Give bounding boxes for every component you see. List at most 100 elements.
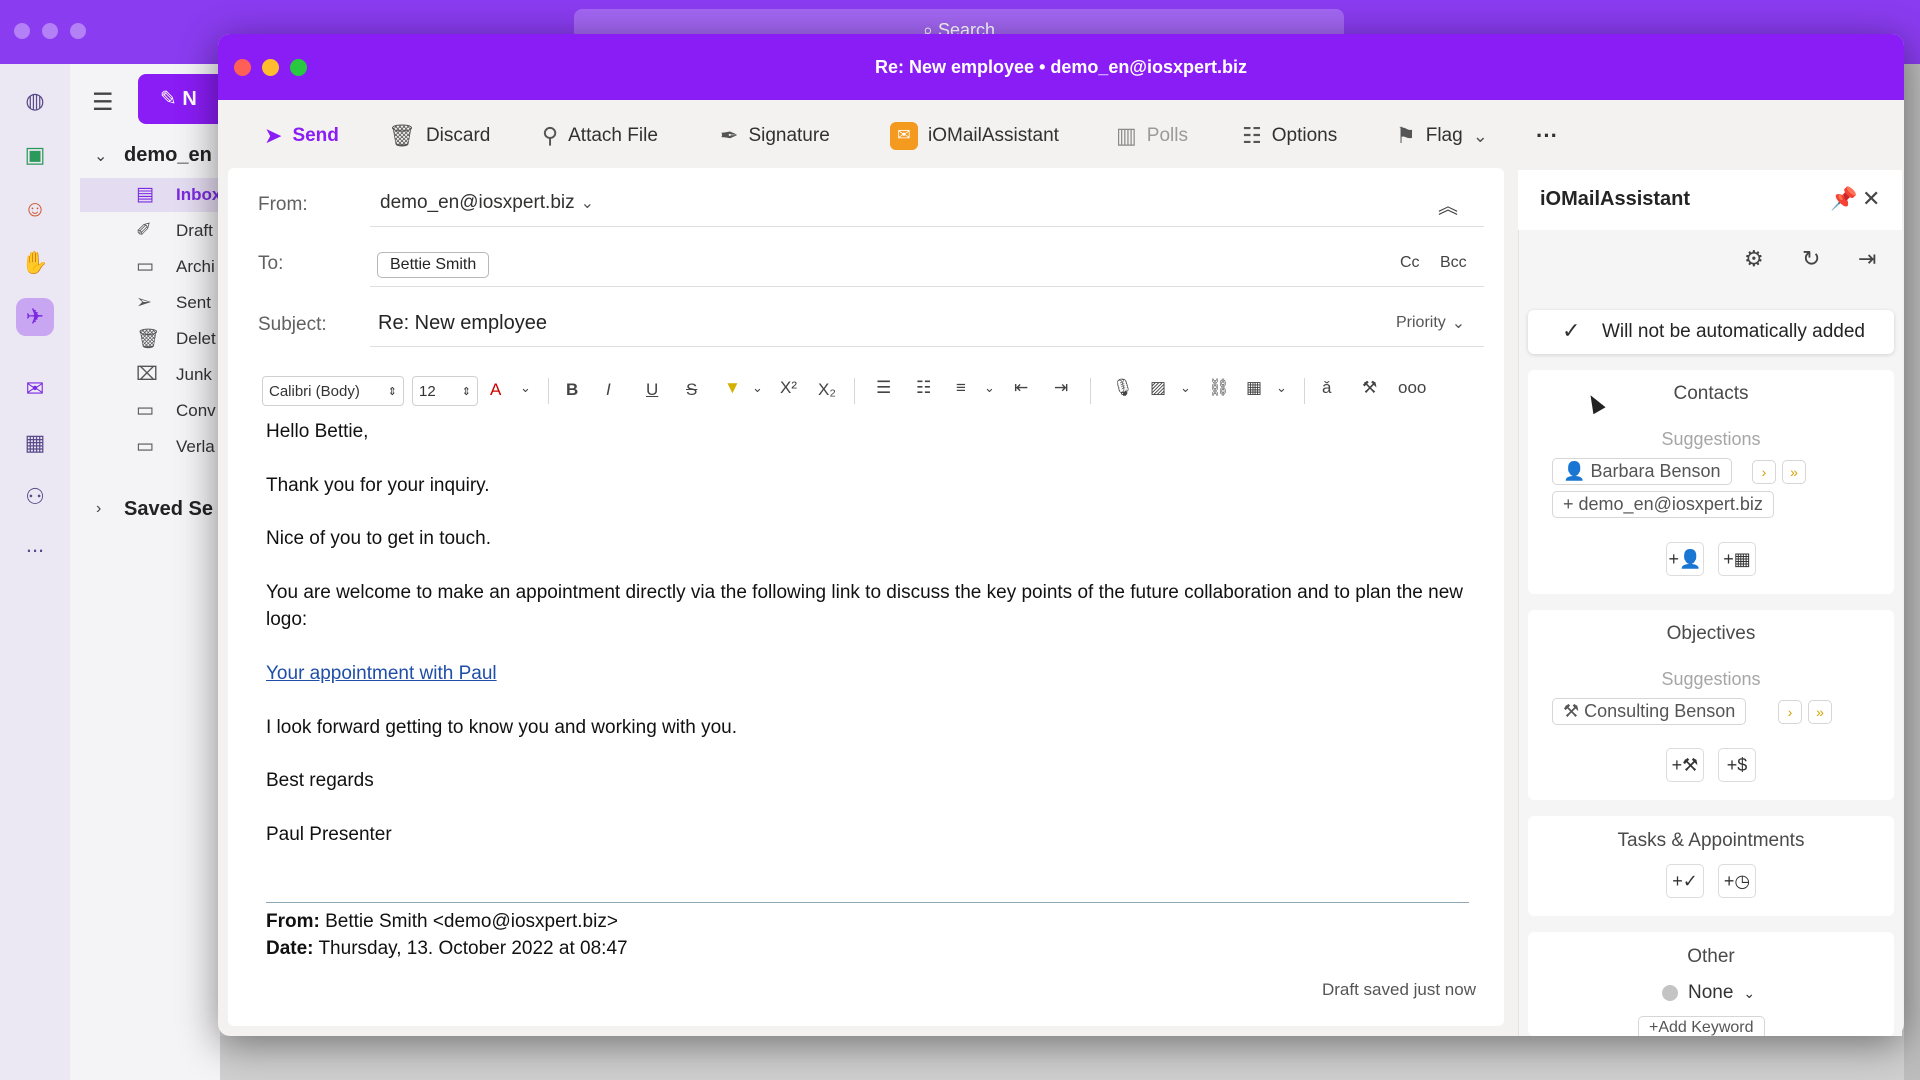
- body-line-2[interactable]: Nice of you to get in touch.: [266, 525, 1466, 552]
- person-icon[interactable]: ☺: [16, 190, 54, 228]
- mail-icon[interactable]: ✉: [16, 370, 54, 408]
- folder-archive[interactable]: Archi: [176, 257, 220, 277]
- more-options-button[interactable]: ···: [1536, 117, 1558, 155]
- italic-icon[interactable]: I: [606, 380, 611, 400]
- folder-conversation[interactable]: Conv: [176, 401, 220, 421]
- body-line-3[interactable]: You are welcome to make an appointment d…: [266, 579, 1476, 633]
- close-icon[interactable]: ✕: [1862, 186, 1880, 212]
- objective-suggestion-consulting-benson[interactable]: ⚒ Consulting Benson: [1552, 698, 1747, 725]
- image-icon[interactable]: ▨: [1150, 378, 1166, 398]
- folder-inbox[interactable]: Inbox: [176, 185, 220, 205]
- refresh-icon[interactable]: ↻: [1802, 246, 1820, 272]
- options-button[interactable]: ☷ Options: [1242, 117, 1337, 155]
- subject-input[interactable]: Re: New employee: [378, 312, 547, 335]
- bold-icon[interactable]: B: [566, 380, 578, 400]
- add-opportunity-button[interactable]: +$: [1718, 748, 1756, 782]
- double-chevron-right-icon[interactable]: »: [1808, 700, 1832, 724]
- globe-icon[interactable]: ◍: [16, 82, 54, 120]
- handshake-icon[interactable]: ✋: [16, 244, 54, 282]
- bullet-list-icon[interactable]: ☰: [876, 378, 891, 398]
- indent-icon[interactable]: ⇥: [1054, 378, 1068, 398]
- chevron-right-icon[interactable]: ›: [1752, 460, 1776, 484]
- chevron-right-icon[interactable]: ›: [96, 500, 101, 518]
- more-apps-icon[interactable]: ...: [16, 526, 54, 564]
- body-closing[interactable]: Best regards: [266, 767, 1466, 794]
- folder-sent[interactable]: Sent: [176, 293, 220, 313]
- hamburger-icon[interactable]: ☰: [92, 88, 114, 117]
- subscript-icon[interactable]: X₂: [818, 380, 836, 400]
- collapse-header-icon[interactable]: ︽: [1438, 190, 1458, 219]
- discard-button[interactable]: 🗑 Discard: [388, 117, 490, 155]
- to-recipient-chip[interactable]: Bettie Smith: [377, 252, 490, 278]
- chevron-right-icon[interactable]: ›: [1778, 700, 1802, 724]
- body-greeting[interactable]: Hello Bettie,: [266, 418, 1466, 445]
- contact-suggestion-email[interactable]: + demo_en@iosxpert.biz: [1552, 491, 1774, 518]
- font-family-select[interactable]: Calibri (Body) ⇕: [262, 376, 404, 406]
- font-color-icon[interactable]: A: [490, 380, 501, 400]
- bar-chart-icon: ▥: [1116, 123, 1137, 148]
- add-task-button[interactable]: +✓: [1666, 864, 1704, 898]
- microphone-icon[interactable]: 🎙: [1112, 378, 1134, 398]
- calendar-icon[interactable]: ▦: [16, 424, 54, 462]
- add-project-button[interactable]: +⚒: [1666, 748, 1704, 782]
- folder-draft[interactable]: Draft: [176, 221, 220, 241]
- body-signature[interactable]: Paul Presenter: [266, 821, 1466, 848]
- flag-button[interactable]: ⚑ Flag ⌄: [1396, 117, 1488, 155]
- chevron-down-icon[interactable]: ⌄: [1276, 380, 1287, 396]
- chevron-down-icon[interactable]: ⌄: [1180, 380, 1191, 396]
- send-button[interactable]: ➤ Send: [264, 117, 339, 155]
- chevron-down-icon[interactable]: ⌄: [94, 146, 107, 166]
- double-chevron-right-icon[interactable]: »: [1782, 460, 1806, 484]
- spellcheck-icon[interactable]: ǎ: [1322, 378, 1331, 398]
- appointment-link[interactable]: Your appointment with Paul: [266, 660, 497, 687]
- status-dropdown[interactable]: None ⌄: [1662, 982, 1755, 1004]
- body-line-4[interactable]: I look forward getting to know you and w…: [266, 714, 1466, 741]
- to-divider: [370, 286, 1484, 287]
- pin-icon[interactable]: 📌: [1830, 186, 1857, 212]
- add-keyword-button[interactable]: +Add Keyword: [1638, 1016, 1765, 1036]
- numbered-list-icon[interactable]: ☷: [916, 378, 931, 398]
- folder-junk[interactable]: Junk: [176, 365, 220, 385]
- new-mail-button[interactable]: ✎ N: [138, 74, 220, 124]
- priority-dropdown[interactable]: Priority ⌄: [1396, 313, 1465, 333]
- underline-icon[interactable]: U: [646, 380, 658, 400]
- from-selector[interactable]: demo_en@iosxpert.biz ⌄: [380, 192, 594, 214]
- logout-icon[interactable]: ⇥: [1858, 246, 1876, 272]
- briefcase-icon[interactable]: ▣: [16, 136, 54, 174]
- attach-file-button[interactable]: ⚲ Attach File: [542, 117, 658, 155]
- signature-button[interactable]: ✒ Signature: [720, 117, 830, 155]
- highlighter-icon[interactable]: ▼: [724, 378, 741, 398]
- align-icon[interactable]: ≡: [956, 378, 966, 398]
- notice-text: Will not be automatically added: [1602, 321, 1865, 342]
- saved-searches[interactable]: Saved Se: [124, 498, 220, 521]
- quote-divider: [266, 902, 1469, 903]
- add-appointment-button[interactable]: +◷: [1718, 864, 1756, 898]
- add-clock-icon: +◷: [1723, 871, 1751, 891]
- iomailassistant-button[interactable]: ✉ iOMailAssistant: [890, 117, 1059, 155]
- link-icon[interactable]: ⛓: [1208, 378, 1230, 398]
- gear-icon[interactable]: ⚙: [1744, 246, 1764, 272]
- superscript-icon[interactable]: X²: [780, 378, 797, 398]
- rocket-icon[interactable]: ✈: [16, 298, 54, 336]
- strikethrough-icon[interactable]: S: [686, 380, 697, 400]
- account-name[interactable]: demo_en: [124, 144, 220, 167]
- people-icon[interactable]: ⚇: [16, 478, 54, 516]
- bcc-button[interactable]: Bcc: [1440, 254, 1467, 272]
- add-company-button[interactable]: +▦: [1718, 542, 1756, 576]
- chevron-down-icon[interactable]: ⌄: [984, 380, 995, 396]
- outdent-icon[interactable]: ⇤: [1014, 378, 1028, 398]
- format-painter-icon[interactable]: ⚒: [1362, 378, 1377, 398]
- chevron-down-icon[interactable]: ⌄: [520, 380, 531, 396]
- polls-button[interactable]: ▥ Polls: [1116, 117, 1188, 155]
- font-size-select[interactable]: 12 ⇕: [412, 376, 478, 406]
- chevron-down-icon: ⌄: [1743, 984, 1756, 1001]
- folder-deleted[interactable]: Delet: [176, 329, 220, 349]
- contact-suggestion-barbara-benson[interactable]: 👤 Barbara Benson: [1552, 458, 1732, 485]
- add-contact-person-button[interactable]: +👤: [1666, 542, 1704, 576]
- cc-button[interactable]: Cc: [1400, 254, 1420, 272]
- body-line-1[interactable]: Thank you for your inquiry.: [266, 472, 1466, 499]
- chevron-down-icon[interactable]: ⌄: [752, 380, 763, 396]
- folder-verlauf[interactable]: Verla: [176, 437, 220, 457]
- table-icon[interactable]: ▦: [1246, 378, 1262, 398]
- more-format-icon[interactable]: ooo: [1398, 378, 1426, 398]
